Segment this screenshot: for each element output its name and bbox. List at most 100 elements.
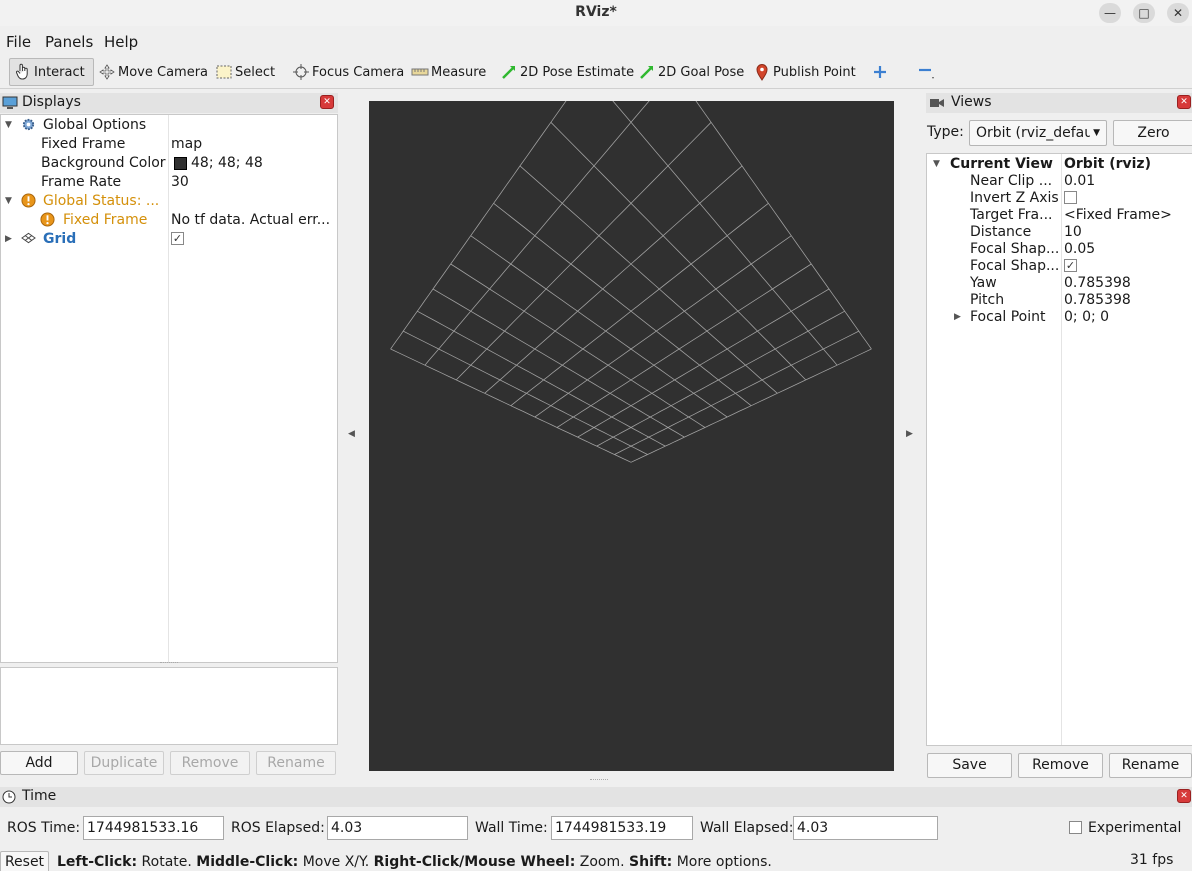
pose-estimate-label: 2D Pose Estimate xyxy=(520,64,635,80)
remove-tool-button[interactable] xyxy=(917,58,937,86)
fixed-frame-value[interactable]: map xyxy=(171,136,202,152)
select-tool[interactable]: Select xyxy=(215,58,275,86)
add-tool-button[interactable] xyxy=(871,58,891,86)
prop-value[interactable]: 0.05 xyxy=(1064,241,1095,257)
menu-help[interactable]: Help xyxy=(104,33,138,51)
ros-elapsed-field[interactable]: 4.03 xyxy=(327,816,468,840)
prop-label: Focal Shap... xyxy=(970,258,1060,274)
tree-row-grid[interactable]: ▶ Grid ✓ xyxy=(1,230,337,249)
grid-line xyxy=(417,310,666,447)
grid-line xyxy=(493,202,752,407)
maximize-icon[interactable]: □ xyxy=(1133,3,1155,23)
move-camera-label: Move Camera xyxy=(118,64,209,80)
map-pin-icon xyxy=(753,63,771,81)
ros-time-field[interactable]: 1744981533.16 xyxy=(83,816,224,840)
save-view-button[interactable]: Save xyxy=(927,753,1012,778)
warning-icon xyxy=(40,212,55,231)
focus-camera-tool[interactable]: Focus Camera xyxy=(292,58,404,86)
zero-button[interactable]: Zero xyxy=(1113,120,1192,146)
wall-elapsed-field[interactable]: 4.03 xyxy=(793,816,938,840)
tree-row-fixed-frame[interactable]: Fixed Frame map xyxy=(1,135,337,154)
prop-value[interactable]: 0; 0; 0 xyxy=(1064,309,1109,325)
color-swatch[interactable] xyxy=(174,157,187,170)
experimental-checkbox[interactable] xyxy=(1069,821,1082,834)
time-panel-title: Time ✕ xyxy=(0,787,1192,807)
rename-view-button[interactable]: Rename xyxy=(1109,753,1192,778)
background-color-label: Background Color xyxy=(41,155,166,171)
expand-arrow-icon[interactable]: ▼ xyxy=(5,196,12,206)
tree-row-focal-point[interactable]: ▶ Focal Point 0; 0; 0 xyxy=(927,308,1192,327)
close-views-icon[interactable]: ✕ xyxy=(1177,95,1191,109)
invert-z-checkbox[interactable] xyxy=(1064,191,1077,204)
prop-value[interactable]: 10 xyxy=(1064,224,1082,240)
grid-line xyxy=(455,122,712,381)
collapse-right-icon[interactable]: ▶ xyxy=(906,429,913,439)
prop-value[interactable]: <Fixed Frame> xyxy=(1064,207,1172,223)
render-viewport[interactable] xyxy=(369,8,894,771)
collapse-left-icon[interactable]: ◀ xyxy=(348,429,355,439)
menu-file[interactable]: File xyxy=(6,33,31,51)
displays-panel-title: Displays ✕ xyxy=(0,93,338,113)
grid-line xyxy=(390,8,632,350)
move-camera-tool[interactable]: Move Camera xyxy=(98,58,208,86)
tree-row-global-status[interactable]: ▼ Global Status: ... xyxy=(1,192,337,211)
ruler-icon xyxy=(411,63,429,81)
select-label: Select xyxy=(235,64,276,80)
focal-shape-checkbox[interactable]: ✓ xyxy=(1064,259,1077,272)
close-icon[interactable]: ✕ xyxy=(1167,3,1189,23)
duplicate-display-button[interactable]: Duplicate xyxy=(84,751,164,775)
tree-row-global-options[interactable]: ▼ Global Options xyxy=(1,116,337,135)
ros-elapsed-label: ROS Elapsed: xyxy=(231,820,325,836)
right-click-key: Right-Click/Mouse Wheel: xyxy=(373,854,576,870)
goal-pose-tool[interactable]: 2D Goal Pose xyxy=(638,58,744,86)
prop-label: Distance xyxy=(970,224,1032,240)
view-type-value: Orbit (rviz_defau xyxy=(976,125,1094,141)
current-view-label: Current View xyxy=(950,156,1053,172)
interact-tool[interactable]: Interact xyxy=(9,58,94,86)
status-help-text: Left-Click: Rotate. Middle-Click: Move X… xyxy=(57,854,772,870)
menu-panels[interactable]: Panels xyxy=(45,33,93,51)
prop-value[interactable]: 0.785398 xyxy=(1064,292,1131,308)
global-options-label: Global Options xyxy=(43,117,147,133)
tree-row-status-fixed-frame[interactable]: Fixed Frame No tf data. Actual err... xyxy=(1,211,337,230)
splitter-handle[interactable] xyxy=(160,662,178,666)
prop-value[interactable]: 0.01 xyxy=(1064,173,1095,189)
viewport-splitter-handle[interactable] xyxy=(590,779,608,783)
status-fixed-frame-label: Fixed Frame xyxy=(63,212,148,228)
reset-button[interactable]: Reset xyxy=(0,851,49,871)
background-color-value[interactable]: 48; 48; 48 xyxy=(191,155,263,171)
view-type-select[interactable]: Orbit (rviz_defau ▼ xyxy=(969,120,1107,146)
collapse-arrow-icon[interactable]: ▶ xyxy=(5,234,12,244)
frame-rate-label: Frame Rate xyxy=(41,174,122,190)
green-arrow-icon xyxy=(638,63,656,81)
measure-tool[interactable]: Measure xyxy=(411,58,486,86)
grid-line xyxy=(586,70,838,366)
expand-arrow-icon[interactable]: ▼ xyxy=(5,120,12,130)
rename-display-button[interactable]: Rename xyxy=(256,751,336,775)
middle-click-desc: Move X/Y. xyxy=(298,854,374,870)
tree-row-background-color[interactable]: Background Color 48; 48; 48 xyxy=(1,154,337,173)
fixed-frame-label: Fixed Frame xyxy=(41,136,126,152)
tree-row-frame-rate[interactable]: Frame Rate 30 xyxy=(1,173,337,192)
grid-line xyxy=(519,165,778,394)
grid-render xyxy=(390,8,872,463)
interact-label: Interact xyxy=(34,64,85,80)
rviz-window: RViz* — □ ✕ File Panels Help Interact Mo… xyxy=(0,0,1192,871)
wall-elapsed-label: Wall Elapsed: xyxy=(700,820,794,836)
publish-point-tool[interactable]: Publish Point xyxy=(753,58,856,86)
left-click-desc: Rotate. xyxy=(137,854,197,870)
close-displays-icon[interactable]: ✕ xyxy=(320,95,334,109)
collapse-arrow-icon[interactable]: ▶ xyxy=(954,312,961,322)
remove-view-button[interactable]: Remove xyxy=(1018,753,1103,778)
camera-icon xyxy=(929,97,945,113)
close-time-icon[interactable]: ✕ xyxy=(1177,789,1191,803)
prop-value[interactable]: 0.785398 xyxy=(1064,275,1131,291)
minimize-icon[interactable]: — xyxy=(1099,3,1121,23)
remove-display-button[interactable]: Remove xyxy=(170,751,250,775)
frame-rate-value[interactable]: 30 xyxy=(171,174,189,190)
wall-time-field[interactable]: 1744981533.19 xyxy=(551,816,693,840)
add-display-button[interactable]: Add xyxy=(0,751,78,775)
expand-arrow-icon[interactable]: ▼ xyxy=(933,159,940,169)
grid-enabled-checkbox[interactable]: ✓ xyxy=(171,232,184,245)
pose-estimate-tool[interactable]: 2D Pose Estimate xyxy=(500,58,634,86)
